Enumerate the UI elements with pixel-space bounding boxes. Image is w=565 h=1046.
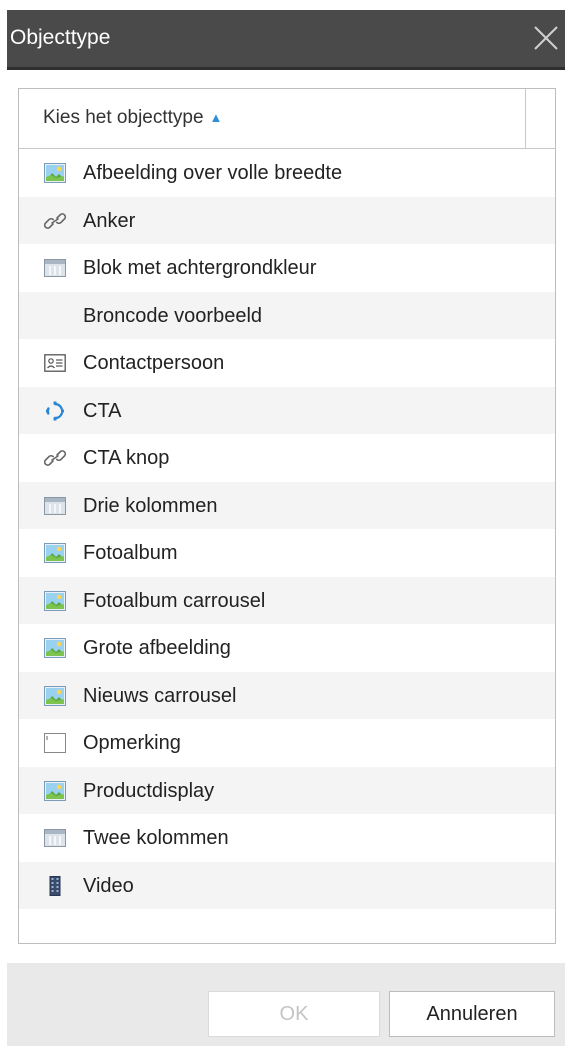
image-icon — [44, 543, 66, 563]
ok-button[interactable]: OK — [208, 991, 380, 1037]
columns-icon — [44, 828, 66, 848]
contact-card-icon — [44, 353, 66, 373]
column-header-label: Kies het objecttype ▲ — [43, 105, 222, 132]
list-item-label: Grote afbeelding — [83, 637, 231, 659]
list-item-label: Contactpersoon — [83, 352, 225, 374]
list-item-label: CTA — [83, 399, 122, 422]
columns-icon — [44, 496, 66, 516]
image-icon — [44, 638, 66, 658]
cancel-button[interactable]: Annuleren — [389, 991, 555, 1037]
list-item-label: Twee kolommen — [83, 827, 229, 849]
list-item[interactable]: Nieuws carrousel — [19, 671, 555, 719]
list-item[interactable]: Afbeelding over volle breedte — [19, 149, 555, 197]
close-icon[interactable] — [531, 23, 561, 53]
list-item-label: Video — [83, 874, 134, 897]
dialog-titlebar: Objecttype — [7, 10, 565, 70]
list-item[interactable]: Fotoalbum — [19, 529, 555, 577]
list-item[interactable]: Productdisplay — [19, 766, 555, 814]
list-item-label: Blok met achtergrondkleur — [83, 257, 317, 279]
list-item-label: Afbeelding over volle breedte — [83, 162, 343, 184]
list-item[interactable]: Opmerking — [19, 719, 555, 767]
list-item[interactable]: Anker — [19, 196, 555, 244]
list-item-label: Broncode voorbeeld — [83, 304, 263, 327]
list-item[interactable]: Contactpersoon — [19, 339, 555, 387]
list-item-label: CTA knop — [83, 447, 170, 469]
list-item[interactable]: CTA — [19, 386, 555, 434]
link-icon — [43, 448, 67, 468]
image-icon — [44, 685, 66, 706]
image-icon — [44, 590, 66, 611]
dialog-title: Objecttype — [10, 26, 111, 49]
film-icon — [44, 875, 66, 896]
list-item-label: Fotoalbum carrousel — [83, 589, 266, 612]
objecttype-list-panel: Kies het objecttype ▲ Afbeelding over vol… — [18, 88, 556, 944]
list-item[interactable]: Fotoalbum carrousel — [19, 576, 555, 624]
columns-icon — [44, 258, 66, 278]
list-item[interactable]: CTA knop — [19, 434, 555, 482]
list-item[interactable]: Video — [19, 861, 555, 909]
list-item-label: Drie kolommen — [83, 494, 218, 517]
list-item-label: Nieuws carrousel — [83, 684, 237, 707]
dialog-footer: OK Annuleren — [7, 963, 565, 1046]
column-header-text: Kies het objecttype — [43, 107, 204, 128]
link-icon — [43, 211, 67, 231]
note-icon — [44, 733, 66, 753]
list-item[interactable]: Twee kolommen — [19, 814, 555, 862]
list-item[interactable]: Broncode voorbeeld — [19, 291, 555, 339]
column-header-objecttype[interactable]: Kies het objecttype ▲ — [19, 89, 555, 149]
list-item-label: Fotoalbum — [83, 542, 178, 564]
list-item[interactable]: Drie kolommen — [19, 481, 555, 529]
gear-icon — [44, 401, 66, 421]
sort-ascending-icon: ▲ — [209, 110, 223, 125]
list-item-label: Productdisplay — [83, 779, 215, 802]
column-separator — [525, 89, 526, 148]
list-item[interactable]: Blok met achtergrondkleur — [19, 244, 555, 292]
objecttype-list: Afbeelding over volle breedte Anker Blok m… — [19, 149, 555, 909]
list-item-label: Anker — [83, 209, 136, 232]
list-item[interactable]: Grote afbeelding — [19, 624, 555, 672]
image-icon — [44, 780, 66, 801]
image-icon — [44, 163, 66, 183]
list-item-label: Opmerking — [83, 732, 181, 754]
